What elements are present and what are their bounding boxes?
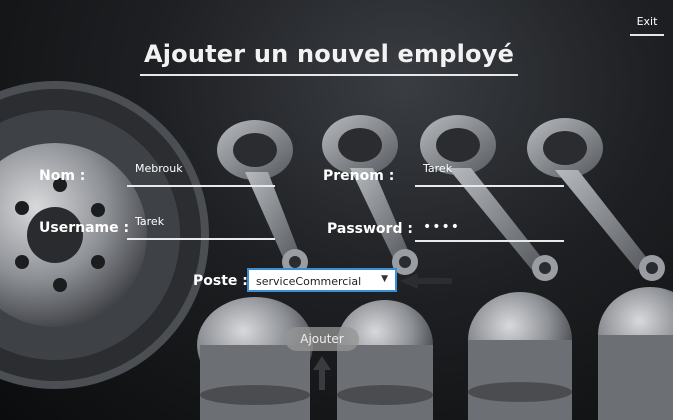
password-value: •••• (423, 219, 461, 235)
prenom-label: Prenom : (323, 168, 395, 184)
username-field[interactable]: Tarek (127, 215, 275, 240)
exit-button[interactable]: Exit (630, 12, 664, 36)
prenom-field[interactable]: Tarek (415, 162, 564, 187)
ajouter-button[interactable]: Ajouter (285, 327, 359, 351)
arrow-up-icon (313, 356, 331, 390)
username-label: Username : (39, 220, 130, 236)
arrow-left-icon (400, 273, 452, 289)
password-field[interactable]: •••• (415, 219, 564, 242)
nom-value: Mebrouk (135, 162, 183, 175)
password-label: Password : (327, 221, 413, 237)
title-underline (140, 74, 518, 76)
page-title: Ajouter un nouvel employé (143, 40, 515, 68)
prenom-value: Tarek (423, 162, 453, 175)
nom-field[interactable]: Mebrouk (127, 162, 275, 187)
nom-label: Nom : (39, 168, 86, 184)
username-value: Tarek (135, 215, 165, 228)
poste-label: Poste : (193, 273, 248, 289)
poste-select[interactable]: serviceCommercial ▼ (247, 268, 397, 292)
poste-selected-value: serviceCommercial (256, 275, 362, 288)
window: Exit Ajouter un nouvel employé Nom : Meb… (0, 0, 673, 420)
chevron-down-icon: ▼ (381, 274, 388, 284)
